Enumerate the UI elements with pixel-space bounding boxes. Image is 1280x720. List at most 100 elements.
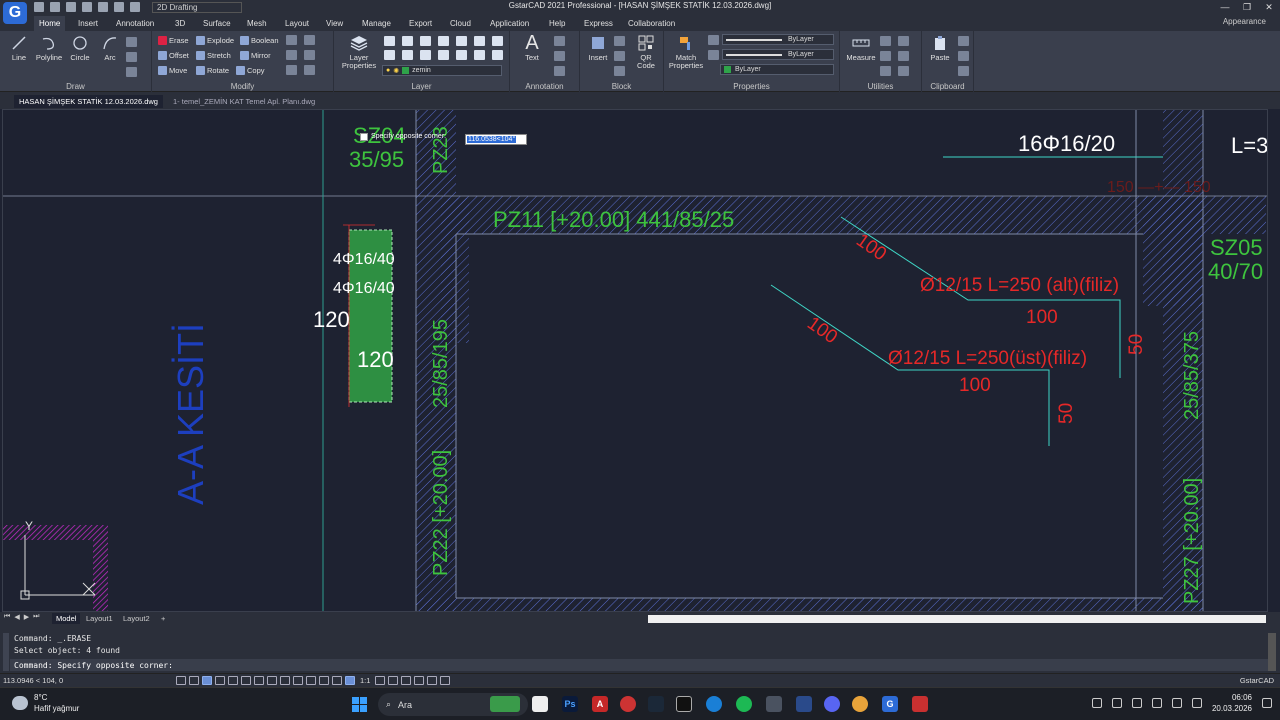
calculator-icon[interactable] xyxy=(880,36,891,46)
start-button[interactable] xyxy=(352,697,367,712)
offset-button[interactable]: Offset xyxy=(158,49,189,61)
block-panel-label[interactable]: Block xyxy=(580,82,663,92)
dyn-toggle-icon[interactable] xyxy=(254,676,264,685)
erase-button[interactable]: Erase xyxy=(158,34,189,46)
redo-icon[interactable] xyxy=(130,2,140,12)
osnap-toggle-icon[interactable] xyxy=(228,676,238,685)
arc-button[interactable]: Arc xyxy=(96,34,124,62)
grid-toggle-icon[interactable] xyxy=(176,676,186,685)
annotation-scale-label[interactable]: 1:1 xyxy=(360,676,370,685)
fillet-icon[interactable] xyxy=(286,65,297,75)
layer-tool-icon[interactable] xyxy=(492,36,503,46)
layer-tool-icon[interactable] xyxy=(438,50,449,60)
photoshop-icon[interactable]: Ps xyxy=(562,696,578,712)
insert-button[interactable]: Insert xyxy=(584,34,612,62)
app-icon[interactable] xyxy=(620,696,636,712)
point-icon[interactable] xyxy=(126,37,137,47)
attribute-icon[interactable] xyxy=(614,66,625,76)
layer-tool-icon[interactable] xyxy=(438,36,449,46)
microphone-icon[interactable] xyxy=(1111,698,1122,708)
new-file-icon[interactable] xyxy=(34,2,44,12)
annotation-panel-label[interactable]: Annotation xyxy=(510,82,579,92)
leader-icon[interactable] xyxy=(554,51,565,61)
linetype-dropdown[interactable]: ByLayer xyxy=(722,49,834,60)
copy-with-base-icon[interactable] xyxy=(958,66,969,76)
command-scrollbar[interactable] xyxy=(1268,633,1276,671)
workspace-switch-icon[interactable] xyxy=(388,676,399,685)
notification-icon[interactable] xyxy=(1262,698,1272,708)
paste-button[interactable]: Paste xyxy=(926,34,954,62)
bluetooth-icon[interactable] xyxy=(1131,698,1142,708)
draw-panel-label[interactable]: Draw xyxy=(0,82,151,92)
tab-model[interactable]: Model xyxy=(52,613,81,624)
circle-button[interactable]: Circle xyxy=(66,34,94,62)
snap-toggle-icon[interactable] xyxy=(189,676,199,685)
explode-button[interactable]: Explode xyxy=(196,34,234,46)
open-file-icon[interactable] xyxy=(50,2,60,12)
widget-app-icon[interactable] xyxy=(490,696,520,712)
hatch-icon[interactable] xyxy=(126,67,137,77)
weather-widget[interactable]: 8°C Hafif yağmur xyxy=(12,692,79,714)
volume-icon[interactable] xyxy=(1171,698,1182,708)
tab-manage[interactable]: Manage xyxy=(357,16,396,31)
command-window-grip[interactable] xyxy=(3,633,9,671)
add-layout-button[interactable]: + xyxy=(157,613,169,624)
move-button[interactable]: Move xyxy=(158,64,187,76)
tab-export[interactable]: Export xyxy=(404,16,437,31)
chrome-icon[interactable] xyxy=(852,696,868,712)
annotation-scale-icon[interactable] xyxy=(345,676,355,685)
table-icon[interactable] xyxy=(554,66,565,76)
tab-3d[interactable]: 3D xyxy=(170,16,190,31)
autocad-icon[interactable]: A xyxy=(592,696,608,712)
tab-view[interactable]: View xyxy=(321,16,348,31)
color-icon[interactable] xyxy=(708,35,719,45)
app-icon[interactable] xyxy=(912,696,928,712)
print-icon[interactable] xyxy=(98,2,108,12)
qr-code-button[interactable]: QR Code xyxy=(632,34,660,70)
tab-help[interactable]: Help xyxy=(544,16,570,31)
tab-collaboration[interactable]: Collaboration xyxy=(623,16,680,31)
trim-icon[interactable] xyxy=(286,50,297,60)
clean-screen-icon[interactable] xyxy=(440,676,451,685)
cut-icon[interactable] xyxy=(958,51,969,61)
utility-icon[interactable] xyxy=(880,51,891,61)
polyline-button[interactable]: Polyline xyxy=(35,34,63,62)
modify-panel-label[interactable]: Modify xyxy=(152,82,333,92)
discord-icon[interactable] xyxy=(824,696,840,712)
edit-block-icon[interactable] xyxy=(614,51,625,61)
next-layout-icon[interactable]: ▶ xyxy=(24,613,29,621)
clipboard-panel-label[interactable]: Clipboard xyxy=(922,82,973,92)
layer-tool-icon[interactable] xyxy=(456,50,467,60)
color-dropdown[interactable]: ByLayer xyxy=(722,34,834,45)
layer-tool-icon[interactable] xyxy=(402,36,413,46)
chevron-up-icon[interactable] xyxy=(1091,698,1102,708)
line-button[interactable]: Line xyxy=(5,34,33,62)
tab-insert[interactable]: Insert xyxy=(73,16,103,31)
tab-surface[interactable]: Surface xyxy=(198,16,236,31)
layer-tool-icon[interactable] xyxy=(402,50,413,60)
close-button[interactable]: ✕ xyxy=(1258,0,1280,14)
spotify-icon[interactable] xyxy=(736,696,752,712)
stretch-button[interactable]: Stretch xyxy=(196,49,231,61)
doc-tab-inactive[interactable]: 1- temel_ZEMİN KAT Temel Apl. Planı.dwg xyxy=(168,95,320,108)
layer-tool-icon[interactable] xyxy=(474,36,485,46)
utility-icon[interactable] xyxy=(898,66,909,76)
horizontal-scrollbar[interactable] xyxy=(648,615,1266,623)
annotation-visibility-icon[interactable] xyxy=(375,676,386,685)
tpy-toggle-icon[interactable] xyxy=(280,676,290,685)
minimize-button[interactable]: — xyxy=(1214,0,1236,14)
measure-button[interactable]: Measure xyxy=(846,34,876,62)
extend-icon[interactable] xyxy=(304,50,315,60)
tab-application[interactable]: Application xyxy=(485,16,534,31)
ortho-toggle-icon[interactable] xyxy=(202,676,212,685)
tab-cloud[interactable]: Cloud xyxy=(445,16,476,31)
layer-panel-label[interactable]: Layer xyxy=(334,82,509,92)
copy-clip-icon[interactable] xyxy=(958,36,969,46)
otrack-toggle-icon[interactable] xyxy=(241,676,251,685)
tab-mesh[interactable]: Mesh xyxy=(242,16,272,31)
drawing-canvas[interactable]: SZ04 35/95 PZ23 PZ11 [+20.00] 441/85/25 … xyxy=(2,109,1268,612)
app-logo-icon[interactable]: G xyxy=(3,2,27,24)
save-icon[interactable] xyxy=(66,2,76,12)
battery-icon[interactable] xyxy=(1191,698,1202,708)
layer-dropdown[interactable]: ● ✺ zemin xyxy=(382,65,502,76)
